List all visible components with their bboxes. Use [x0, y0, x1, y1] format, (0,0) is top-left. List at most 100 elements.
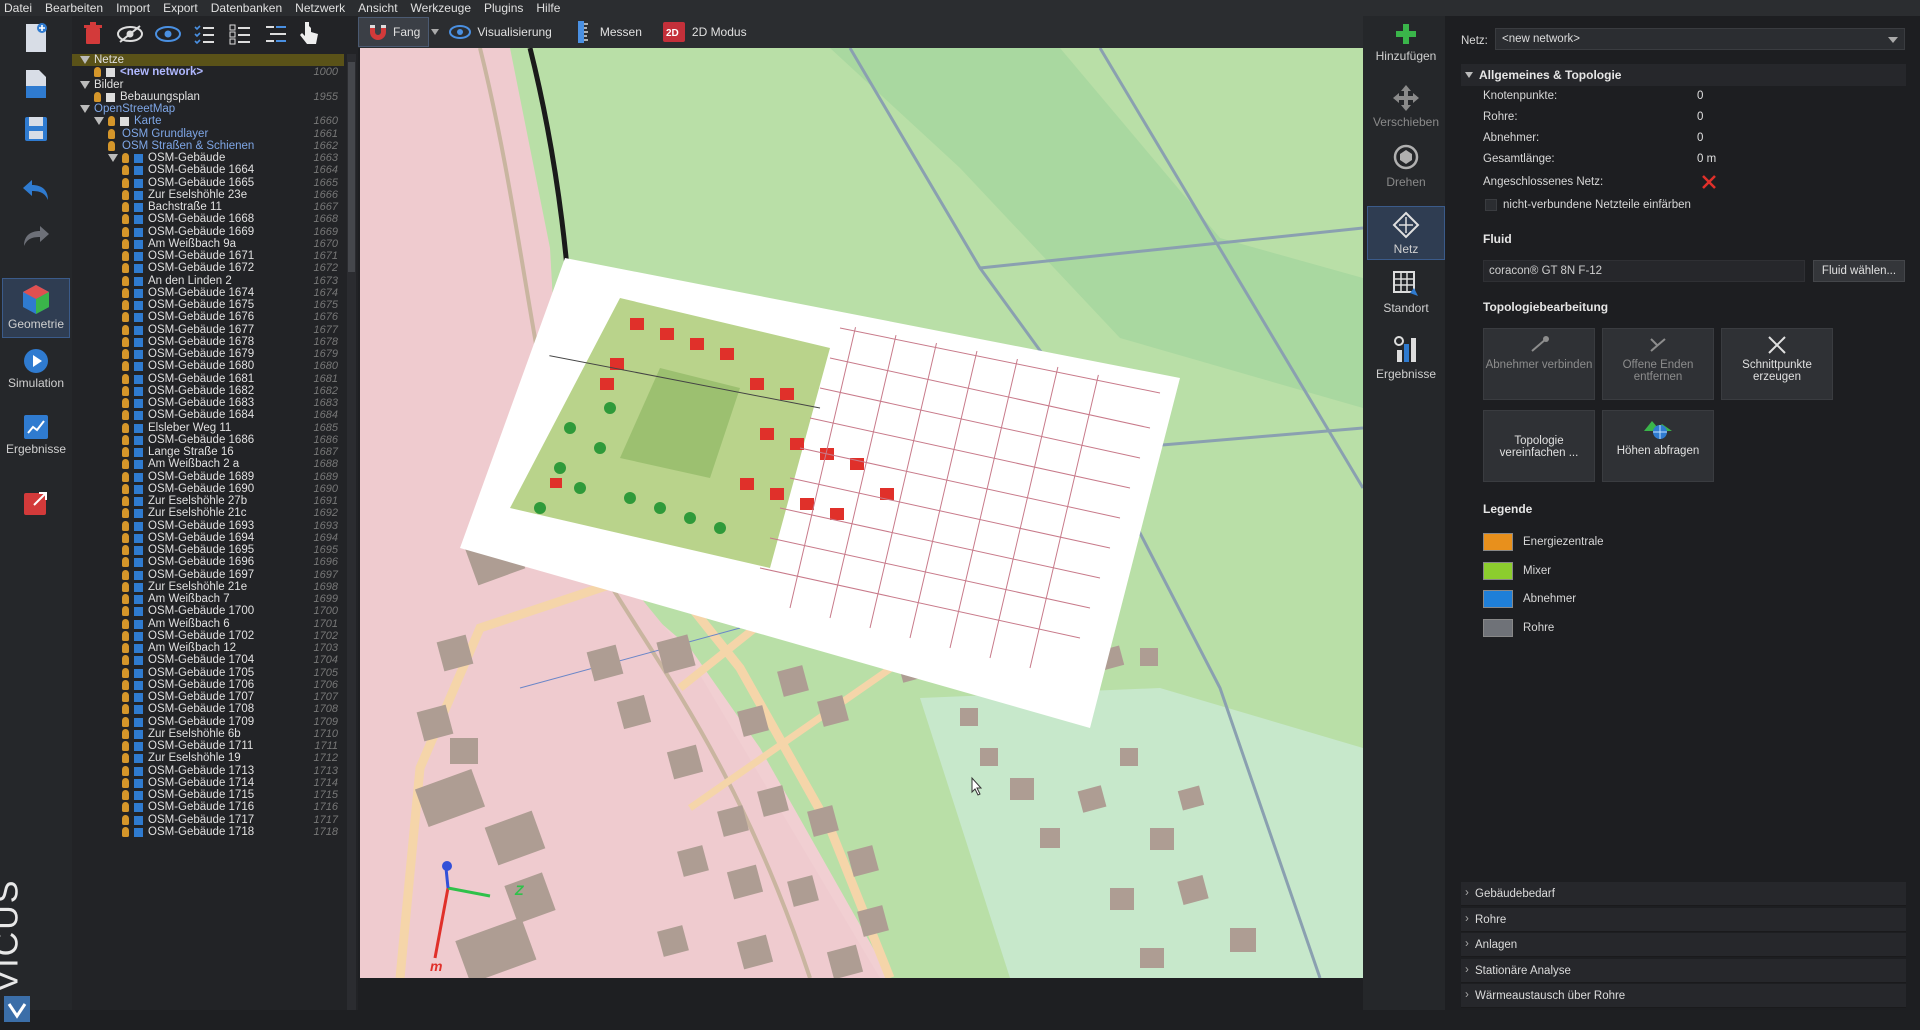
- tree-item[interactable]: OSM-Gebäude 1718 1718: [72, 826, 344, 838]
- tree-item[interactable]: OpenStreetMap: [72, 103, 344, 115]
- visibility-bulb-icon[interactable]: [122, 214, 129, 225]
- expand-arrow-icon[interactable]: [80, 56, 90, 64]
- hand-pointer-icon[interactable]: [298, 20, 320, 46]
- tree-item[interactable]: OSM-Gebäude 1704 1704: [72, 654, 344, 666]
- tree-item[interactable]: OSM-Gebäude 1696 1696: [72, 556, 344, 568]
- collapsed-section[interactable]: Stationäre Analyse: [1461, 958, 1906, 983]
- tree-item[interactable]: OSM-Gebäude 1694 1694: [72, 532, 344, 544]
- tree-item[interactable]: OSM-Gebäude 1682 1682: [72, 385, 344, 397]
- visibility-bulb-icon[interactable]: [122, 263, 129, 274]
- tree-item[interactable]: Zur Eselshöhle 23e 1666: [72, 189, 344, 201]
- geometrie-button[interactable]: Geometrie: [2, 278, 70, 338]
- visibility-bulb-icon[interactable]: [122, 630, 129, 641]
- visibility-bulb-icon[interactable]: [122, 692, 129, 702]
- collapsed-section[interactable]: Wärmeaustausch über Rohre: [1461, 983, 1906, 1008]
- visibility-bulb-icon[interactable]: [122, 447, 129, 457]
- save-button[interactable]: [0, 114, 72, 144]
- menu-bearbeiten[interactable]: Bearbeiten: [45, 1, 103, 15]
- menu-ansicht[interactable]: Ansicht: [358, 1, 397, 15]
- tree-item[interactable]: OSM-Gebäude 1679 1679: [72, 348, 344, 360]
- tree-item[interactable]: OSM-Gebäude 1676 1676: [72, 311, 344, 323]
- tree-item[interactable]: OSM-Gebäude 1675 1675: [72, 299, 344, 311]
- drehen-button[interactable]: Drehen: [1367, 142, 1445, 189]
- visibility-bulb-icon[interactable]: [122, 520, 129, 531]
- fang-toggle[interactable]: Fang: [358, 17, 430, 47]
- menu-werkzeuge[interactable]: Werkzeuge: [411, 1, 471, 15]
- visibility-bulb-icon[interactable]: [108, 128, 115, 139]
- visibility-bulb-icon[interactable]: [122, 373, 129, 384]
- tree-item[interactable]: OSM-Gebäude 1674 1674: [72, 287, 344, 299]
- visibility-bulb-icon[interactable]: [122, 361, 129, 372]
- visibility-bulb-icon[interactable]: [122, 802, 129, 813]
- visibility-bulb-icon[interactable]: [122, 569, 129, 580]
- visibility-bulb-icon[interactable]: [122, 557, 129, 568]
- visibility-bulb-icon[interactable]: [122, 667, 129, 678]
- visibility-bulb-icon[interactable]: [122, 777, 129, 788]
- fluid-waehlen-button[interactable]: Fluid wählen...: [1813, 260, 1905, 282]
- visibility-bulb-icon[interactable]: [122, 790, 129, 800]
- schnittpunkte-button[interactable]: Schnittpunkte erzeugen: [1721, 328, 1833, 400]
- tree-item[interactable]: Elsleber Weg 11 1685: [72, 422, 344, 434]
- tree-item[interactable]: OSM-Gebäude 1689 1689: [72, 471, 344, 483]
- tree-item[interactable]: Lange Straße 16 1687: [72, 446, 344, 458]
- tree-item[interactable]: Am Weißbach 9a 1670: [72, 238, 344, 250]
- tree-item[interactable]: OSM-Gebäude 1700 1700: [72, 605, 344, 617]
- visibility-bulb-icon[interactable]: [122, 287, 129, 298]
- tree-item[interactable]: Am Weißbach 7 1699: [72, 593, 344, 605]
- tree-item[interactable]: OSM-Gebäude 1680 1680: [72, 360, 344, 372]
- visibility-bulb-icon[interactable]: [122, 434, 129, 445]
- visibility-bulb-icon[interactable]: [122, 226, 129, 237]
- export-report-button[interactable]: [0, 488, 72, 518]
- hoehen-abfragen-button[interactable]: Höhen abfragen: [1602, 410, 1714, 482]
- simulation-button[interactable]: Simulation: [0, 346, 72, 390]
- tree-item[interactable]: <new network> 1000: [72, 66, 344, 78]
- visibility-bulb-icon[interactable]: [122, 716, 129, 727]
- visibility-bulb-icon[interactable]: [122, 814, 129, 825]
- expand-arrow-icon[interactable]: [80, 80, 90, 89]
- new-file-button[interactable]: [0, 22, 72, 54]
- netz-button[interactable]: Netz: [1367, 206, 1445, 260]
- visibility-bulb-icon[interactable]: [122, 324, 129, 335]
- visibility-bulb-icon[interactable]: [122, 165, 129, 176]
- modus-2d-button[interactable]: 2D 2D Modus: [654, 17, 755, 47]
- verschieben-button[interactable]: Verschieben: [1367, 84, 1445, 129]
- tree-item[interactable]: OSM-Gebäude 1681 1681: [72, 373, 344, 385]
- menu-hilfe[interactable]: Hilfe: [536, 1, 560, 15]
- tree-item[interactable]: OSM-Gebäude 1707 1707: [72, 691, 344, 703]
- visibility-bulb-icon[interactable]: [122, 606, 129, 617]
- visibility-bulb-icon[interactable]: [122, 643, 129, 653]
- visibility-bulb-icon[interactable]: [122, 508, 129, 519]
- visibility-bulb-icon[interactable]: [122, 177, 129, 188]
- tree-item[interactable]: OSM-Gebäude 1664 1664: [72, 164, 344, 176]
- menu-import[interactable]: Import: [116, 1, 150, 15]
- visibility-bulb-icon[interactable]: [122, 679, 129, 690]
- visibility-bulb-icon[interactable]: [108, 140, 115, 151]
- tree-item[interactable]: Zur Eselshöhle 27b 1691: [72, 495, 344, 507]
- tree-item[interactable]: OSM-Gebäude 1663: [72, 152, 344, 164]
- tree-item[interactable]: Karte 1660: [72, 115, 344, 127]
- section-general-header[interactable]: Allgemeines & Topologie: [1461, 64, 1906, 86]
- visibility-bulb-icon[interactable]: [122, 594, 129, 604]
- visibility-bulb-icon[interactable]: [122, 202, 129, 212]
- tree-item[interactable]: Am Weißbach 6 1701: [72, 618, 344, 630]
- expand-arrow-icon[interactable]: [94, 117, 104, 126]
- menu-netzwerk[interactable]: Netzwerk: [295, 1, 345, 15]
- expand-arrow-icon[interactable]: [80, 105, 90, 113]
- messen-button[interactable]: Messen: [566, 17, 650, 47]
- tree-item[interactable]: Netze: [72, 54, 344, 67]
- tree-item[interactable]: OSM Straßen & Schienen 1662: [72, 140, 344, 152]
- visibility-bulb-icon[interactable]: [122, 532, 129, 543]
- tree-scrollbar[interactable]: [347, 54, 356, 1010]
- visibility-bulb-icon[interactable]: [122, 483, 129, 494]
- visibility-bulb-icon[interactable]: [122, 349, 129, 359]
- visibility-bulb-icon[interactable]: [122, 300, 129, 310]
- visibility-bulb-icon[interactable]: [122, 741, 129, 751]
- deselect-all-icon[interactable]: [228, 22, 252, 46]
- fang-dropdown[interactable]: [429, 17, 441, 47]
- menu-export[interactable]: Export: [163, 1, 198, 15]
- menu-datei[interactable]: Datei: [4, 1, 32, 15]
- tree-item[interactable]: Zur Eselshöhle 6b 1710: [72, 728, 344, 740]
- visibility-bulb-icon[interactable]: [122, 826, 129, 837]
- visibility-bulb-icon[interactable]: [122, 753, 129, 764]
- visibility-bulb-icon[interactable]: [122, 496, 129, 506]
